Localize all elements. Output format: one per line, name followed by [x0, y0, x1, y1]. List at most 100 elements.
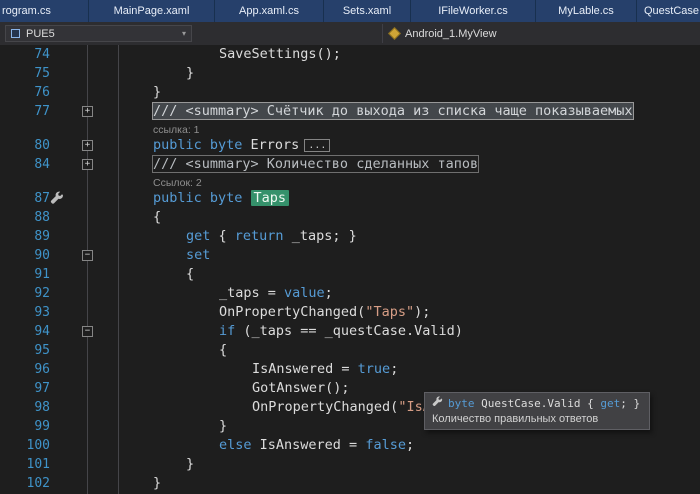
code-line[interactable]: 84 + /// <summary> Количество сделанных та… [0, 155, 700, 174]
line-number[interactable]: 95 [0, 341, 50, 360]
line-number[interactable]: 80 [0, 136, 50, 155]
tab-rogram-cs[interactable]: rogram.cs [0, 0, 89, 22]
code-token: /// <summary> Счётчик до выхода из списк… [153, 103, 633, 119]
line-number[interactable]: 74 [0, 45, 50, 64]
type-dropdown[interactable]: Android_1.MyView [386, 25, 501, 42]
code-line[interactable]: 100 else IsAnswered = false; [0, 436, 700, 455]
tab-sets-xaml[interactable]: Sets.xaml [324, 0, 411, 22]
editor-pane: 74SaveSettings();75}76}77+/// <summary> … [0, 45, 700, 494]
line-number[interactable]: 75 [0, 64, 50, 83]
code-text: _taps = value; [219, 284, 333, 303]
code-token: true [358, 361, 391, 377]
line-number[interactable]: 87 [0, 189, 50, 208]
code-token: QuestCase.Valid [481, 397, 587, 410]
code-line[interactable]: 88{ [0, 208, 700, 227]
line-number[interactable]: 100 [0, 436, 50, 455]
code-token: } [219, 418, 227, 434]
code-text: else IsAnswered = false; [219, 436, 414, 455]
code-line[interactable]: 93 OnPropertyChanged("Taps"); [0, 303, 700, 322]
line-number[interactable]: 89 [0, 227, 50, 246]
code-token: get [186, 228, 210, 244]
tab-ifileworker-cs[interactable]: IFileWorker.cs [411, 0, 536, 22]
code-token: { [186, 266, 194, 282]
code-line[interactable]: 94 − if (_taps == _questCase.Valid) [0, 322, 700, 341]
code-token: _taps; } [284, 228, 357, 244]
tab-label: QuestCase.c [644, 5, 700, 17]
fold-expand-icon[interactable]: + [82, 159, 93, 170]
code-token: ... [304, 139, 330, 152]
fold-expand-icon[interactable]: + [82, 140, 93, 151]
tab-mainpage-xaml[interactable]: MainPage.xaml [89, 0, 215, 22]
tab-app-xaml-cs[interactable]: App.xaml.cs [215, 0, 324, 22]
line-number[interactable]: 99 [0, 417, 50, 436]
tab-questcase-c[interactable]: QuestCase.c [637, 0, 700, 22]
navbar-separator [382, 24, 383, 43]
fold-collapse-icon[interactable]: − [82, 326, 93, 337]
tab-mylable-cs[interactable]: MyLable.cs [536, 0, 637, 22]
code-line[interactable]: 87public byte Taps [0, 189, 700, 208]
code-token: else [219, 437, 252, 453]
code-text: get { return _taps; } [186, 227, 357, 246]
code-token: public byte [153, 137, 251, 153]
code-text: } [186, 455, 194, 474]
class-icon [388, 27, 401, 40]
code-line[interactable]: 91 { [0, 265, 700, 284]
project-icon [11, 29, 20, 38]
code-token: { [219, 342, 227, 358]
code-line[interactable]: 75} [0, 64, 700, 83]
code-text: if (_taps == _questCase.Valid) [219, 322, 463, 341]
quick-actions-wrench-icon[interactable] [50, 191, 64, 211]
code-token: } [186, 456, 194, 472]
line-number[interactable]: 92 [0, 284, 50, 303]
code-line[interactable]: 77 + /// <summary> Счётчик до выхода из сп… [0, 102, 700, 121]
line-number[interactable]: 90 [0, 246, 50, 265]
line-number[interactable]: 97 [0, 379, 50, 398]
code-text: public byte Errors... [153, 136, 330, 155]
code-line[interactable]: 76} [0, 83, 700, 102]
code-text: } [153, 474, 161, 493]
code-token: /// <summary> Количество сделанных тапов [153, 156, 478, 172]
code-line[interactable]: 92 _taps = value; [0, 284, 700, 303]
code-text: SaveSettings(); [219, 45, 341, 64]
code-token: ); [414, 304, 430, 320]
code-text: OnPropertyChanged("Taps"); [219, 303, 430, 322]
code-line[interactable]: 102} [0, 474, 700, 493]
code-line[interactable]: 96IsAnswered = true; [0, 360, 700, 379]
line-number[interactable]: 84 [0, 155, 50, 174]
project-dropdown[interactable]: PUE5 ▾ [5, 25, 192, 42]
code-token: } [153, 84, 161, 100]
tab-label: Sets.xaml [343, 5, 391, 17]
code-token: Errors [251, 137, 300, 153]
code-line[interactable]: 95 { [0, 341, 700, 360]
code-token: set [186, 247, 210, 263]
line-number[interactable]: 76 [0, 83, 50, 102]
code-line[interactable]: 101} [0, 455, 700, 474]
code-token: OnPropertyChanged( [252, 399, 398, 415]
code-line[interactable]: 80 + public byte Errors... [0, 136, 700, 155]
line-number[interactable]: 88 [0, 208, 50, 227]
line-number[interactable]: 102 [0, 474, 50, 493]
code-token: ; } [620, 397, 640, 410]
code-token: SaveSettings(); [219, 46, 341, 62]
code-text: /// <summary> Количество сделанных тапов [153, 155, 478, 174]
line-number[interactable]: 101 [0, 455, 50, 474]
line-number[interactable]: 77 [0, 102, 50, 121]
line-number[interactable]: 94 [0, 322, 50, 341]
line-number[interactable]: 96 [0, 360, 50, 379]
line-number[interactable]: 93 [0, 303, 50, 322]
tab-label: MyLable.cs [558, 5, 614, 17]
line-number[interactable]: 98 [0, 398, 50, 417]
code-text: { [219, 341, 227, 360]
wrench-icon [432, 396, 443, 410]
code-line[interactable]: 89 get { return _taps; } [0, 227, 700, 246]
tab-label: MainPage.xaml [114, 5, 190, 17]
quickinfo-tooltip: byte QuestCase.Valid { get; } Количество… [424, 392, 650, 430]
line-number[interactable]: 91 [0, 265, 50, 284]
code-token: false [365, 437, 406, 453]
code-text: } [153, 83, 161, 102]
code-token: } [186, 65, 194, 81]
code-line[interactable]: 90 − set [0, 246, 700, 265]
code-line[interactable]: 74 SaveSettings(); [0, 45, 700, 64]
fold-expand-icon[interactable]: + [82, 106, 93, 117]
fold-collapse-icon[interactable]: − [82, 250, 93, 261]
